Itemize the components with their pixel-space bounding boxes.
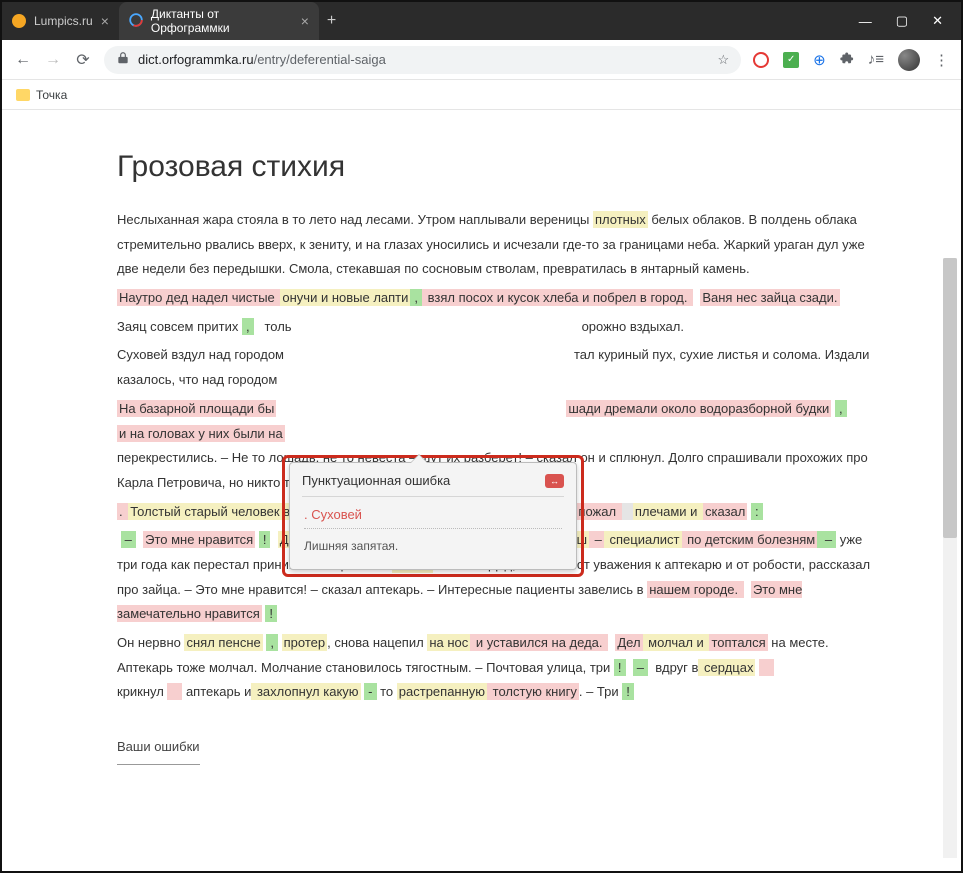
- punct-mark[interactable]: ,: [266, 634, 278, 651]
- favicon-orfogrammka: [129, 13, 143, 30]
- tab-orfogrammka[interactable]: Диктанты от Орфограммки ×: [119, 2, 319, 40]
- highlight[interactable]: Наутро дед надел чистые: [117, 289, 280, 306]
- tab-label: Диктанты от Орфограммки: [151, 7, 293, 35]
- error-tooltip: Пунктуационная ошибка ↔ . Суховей Лишняя…: [282, 455, 584, 577]
- close-window-button[interactable]: ✕: [932, 13, 943, 29]
- browser-titlebar: Lumpics.ru × Диктанты от Орфограммки × +…: [2, 2, 961, 40]
- url-input[interactable]: dict.orfogrammka.ru/entry/deferential-sa…: [104, 46, 741, 74]
- maximize-button[interactable]: ▢: [896, 13, 908, 29]
- highlight[interactable]: и на головах у них были на: [117, 425, 285, 442]
- highlight[interactable]: На базарной площади бы: [117, 400, 276, 417]
- star-icon[interactable]: ☆: [718, 52, 730, 68]
- url-host: dict.orfogrammka.ru: [138, 52, 254, 67]
- globe-icon[interactable]: ⊕: [813, 51, 826, 69]
- punct-mark[interactable]: ,: [835, 400, 847, 417]
- punct-mark[interactable]: !: [614, 659, 626, 676]
- punct-mark[interactable]: ,: [410, 289, 422, 306]
- paragraph-1: Неслыханная жара стояла в то лето над ле…: [117, 208, 877, 282]
- tooltip-title: Пунктуационная ошибка: [302, 473, 450, 488]
- tab-lumpics[interactable]: Lumpics.ru ×: [2, 2, 119, 40]
- folder-icon: [16, 89, 30, 101]
- highlight[interactable]: взял посох и кусок хлеба и побрел в горо…: [422, 289, 693, 306]
- highlight[interactable]: [167, 683, 182, 700]
- highlight[interactable]: по детским болезням: [682, 531, 818, 548]
- highlight[interactable]: сказал: [703, 503, 747, 520]
- errors-section: Ваши ошибки: [117, 735, 877, 765]
- highlight[interactable]: растрепанную: [397, 683, 487, 700]
- highlight[interactable]: Это мне нравится: [143, 531, 255, 548]
- scrollbar-thumb[interactable]: [943, 258, 957, 538]
- page-content: Грозовая стихия Неслыханная жара стояла …: [2, 110, 961, 871]
- punct-mark[interactable]: !: [265, 605, 277, 622]
- highlight[interactable]: захлопнул какую: [251, 683, 360, 700]
- close-icon[interactable]: ×: [301, 13, 309, 29]
- punct-mark[interactable]: –: [121, 531, 136, 548]
- highlight[interactable]: шади дремали около водоразборной будки: [566, 400, 831, 417]
- highlight[interactable]: снял пенсне: [184, 634, 262, 651]
- favicon-lumpics: [12, 14, 26, 28]
- page-title: Грозовая стихия: [117, 150, 877, 184]
- vertical-scrollbar[interactable]: [943, 258, 957, 858]
- highlight[interactable]: плечами и: [633, 503, 703, 520]
- check-extension-icon[interactable]: ✓: [783, 52, 799, 68]
- highlight[interactable]: Дел: [615, 634, 642, 651]
- bookmarks-bar: Точка: [2, 80, 961, 110]
- highlight[interactable]: –: [589, 531, 604, 548]
- highlight[interactable]: онучи и новые лапти: [280, 289, 410, 306]
- highlight[interactable]: плотных: [593, 211, 648, 228]
- highlight[interactable]: топтался: [709, 634, 767, 651]
- tooltip-description: Лишняя запятая.: [304, 529, 562, 565]
- highlight[interactable]: [622, 503, 633, 520]
- highlight[interactable]: молчал и: [643, 634, 710, 651]
- reload-button[interactable]: ⟳: [74, 50, 92, 70]
- paragraph-8: Он нервно снял пенсне , протер, снова на…: [117, 631, 877, 705]
- highlight[interactable]: [759, 659, 774, 676]
- address-bar: ← → ⟳ dict.orfogrammka.ru/entry/deferent…: [2, 40, 961, 80]
- punct-mark[interactable]: !: [622, 683, 634, 700]
- forward-button[interactable]: →: [44, 51, 62, 69]
- paragraph-2: Наутро дед надел чистые онучи и новые ла…: [117, 286, 877, 311]
- highlight[interactable]: толстую книгу: [487, 683, 579, 700]
- tooltip-suggestion[interactable]: . Суховей: [304, 507, 562, 529]
- close-icon[interactable]: ×: [101, 13, 109, 29]
- opera-icon[interactable]: [753, 52, 769, 68]
- toolbar-icons: ✓ ⊕ ♪≡ ⋮: [753, 49, 949, 71]
- punct-mark[interactable]: –: [817, 531, 836, 548]
- punct-mark[interactable]: –: [633, 659, 648, 676]
- profile-avatar[interactable]: [898, 49, 920, 71]
- music-icon[interactable]: ♪≡: [868, 51, 884, 68]
- highlight[interactable]: специалист: [604, 531, 682, 548]
- highlight[interactable]: нашем городе.: [647, 581, 744, 598]
- url-path: /entry/deferential-saiga: [254, 52, 386, 67]
- lock-icon: [116, 51, 130, 68]
- tab-label: Lumpics.ru: [34, 14, 93, 28]
- punct-mark[interactable]: :: [751, 503, 763, 520]
- new-tab-button[interactable]: +: [319, 2, 344, 40]
- highlight[interactable]: сердцах: [698, 659, 755, 676]
- errors-header: Ваши ошибки: [117, 735, 200, 765]
- highlight[interactable]: Ваня нес зайца сзади.: [700, 289, 839, 306]
- punct-mark[interactable]: -: [364, 683, 376, 700]
- highlight[interactable]: .: [117, 503, 128, 520]
- paragraph-3: Заяц совсем притих , тольорожно вздыхал.: [117, 315, 877, 340]
- punct-mark[interactable]: !: [259, 531, 271, 548]
- punct-mark[interactable]: ,: [242, 318, 254, 335]
- highlight[interactable]: и уставился на деда.: [470, 634, 608, 651]
- tooltip-badge[interactable]: ↔: [545, 474, 564, 488]
- window-controls: — ▢ ✕: [859, 2, 961, 40]
- extensions-icon[interactable]: [840, 51, 854, 69]
- bookmark-item[interactable]: Точка: [36, 88, 67, 102]
- highlight[interactable]: Толстый старый человек в: [128, 503, 292, 520]
- highlight[interactable]: протер: [282, 634, 327, 651]
- highlight[interactable]: на нос: [427, 634, 470, 651]
- minimize-button[interactable]: —: [859, 14, 872, 29]
- back-button[interactable]: ←: [14, 51, 32, 69]
- paragraph-4: Суховей вздул над городомтал куриный пух…: [117, 343, 877, 392]
- menu-icon[interactable]: ⋮: [934, 51, 949, 69]
